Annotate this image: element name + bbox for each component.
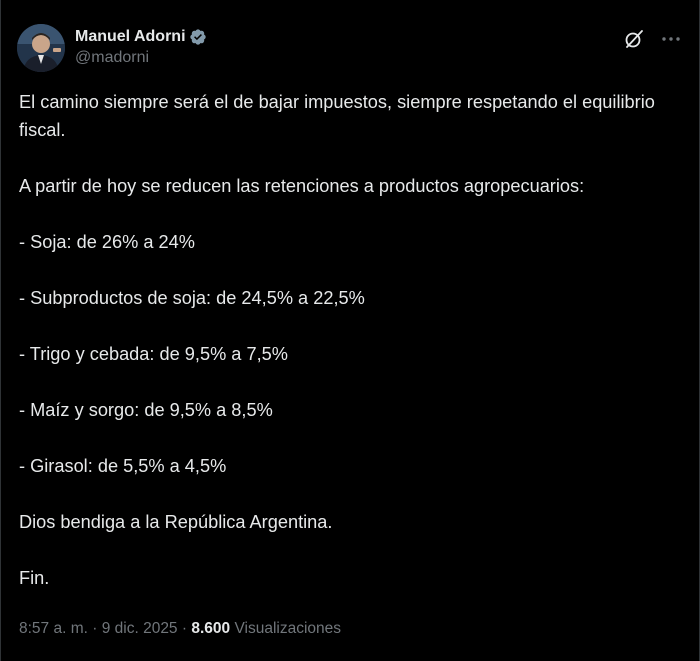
views-count[interactable]: 8.600 (191, 620, 230, 637)
meta-separator: · (87, 620, 102, 637)
tweet-paragraph: Fin. (19, 568, 50, 588)
tweet-paragraph: El camino siempre será el de bajar impue… (19, 92, 660, 140)
tweet-paragraph: Dios bendiga a la República Argentina. (19, 512, 333, 532)
tweet-paragraph: - Soja: de 26% a 24% (19, 232, 195, 252)
tweet-paragraph: A partir de hoy se reducen las retencion… (19, 176, 585, 196)
views-label[interactable]: Visualizaciones (234, 620, 341, 637)
more-options-icon[interactable] (659, 28, 683, 50)
tweet-paragraph: - Subproductos de soja: de 24,5% a 22,5% (19, 288, 365, 308)
tweet-paragraph: - Girasol: de 5,5% a 4,5% (19, 456, 227, 476)
tweet-header: Manuel Adorni @madorni (17, 24, 683, 72)
avatar[interactable] (17, 24, 65, 72)
name-row: Manuel Adorni (75, 26, 207, 48)
tweet-time[interactable]: 8:57 a. m. (19, 620, 88, 637)
display-name[interactable]: Manuel Adorni (75, 27, 186, 47)
author-names: Manuel Adorni @madorni (75, 26, 207, 68)
author-handle[interactable]: @madorni (75, 48, 207, 68)
tweet-meta: 8:57 a. m. · 9 dic. 2025 · 8.600 Visuali… (19, 618, 341, 640)
grok-icon[interactable] (623, 28, 645, 50)
verified-badge-icon[interactable] (189, 28, 207, 46)
tweet-paragraph: - Trigo y cebada: de 9,5% a 7,5% (19, 344, 288, 364)
tweet-text: El camino siempre será el de bajar impue… (19, 88, 679, 592)
tweet-date[interactable]: 9 dic. 2025 (102, 620, 178, 637)
tweet-card: Manuel Adorni @madorni El camino siempre… (0, 0, 700, 661)
meta-separator: · (177, 620, 192, 637)
tweet-paragraph: - Maíz y sorgo: de 9,5% a 8,5% (19, 400, 273, 420)
avatar-photo (17, 24, 65, 72)
